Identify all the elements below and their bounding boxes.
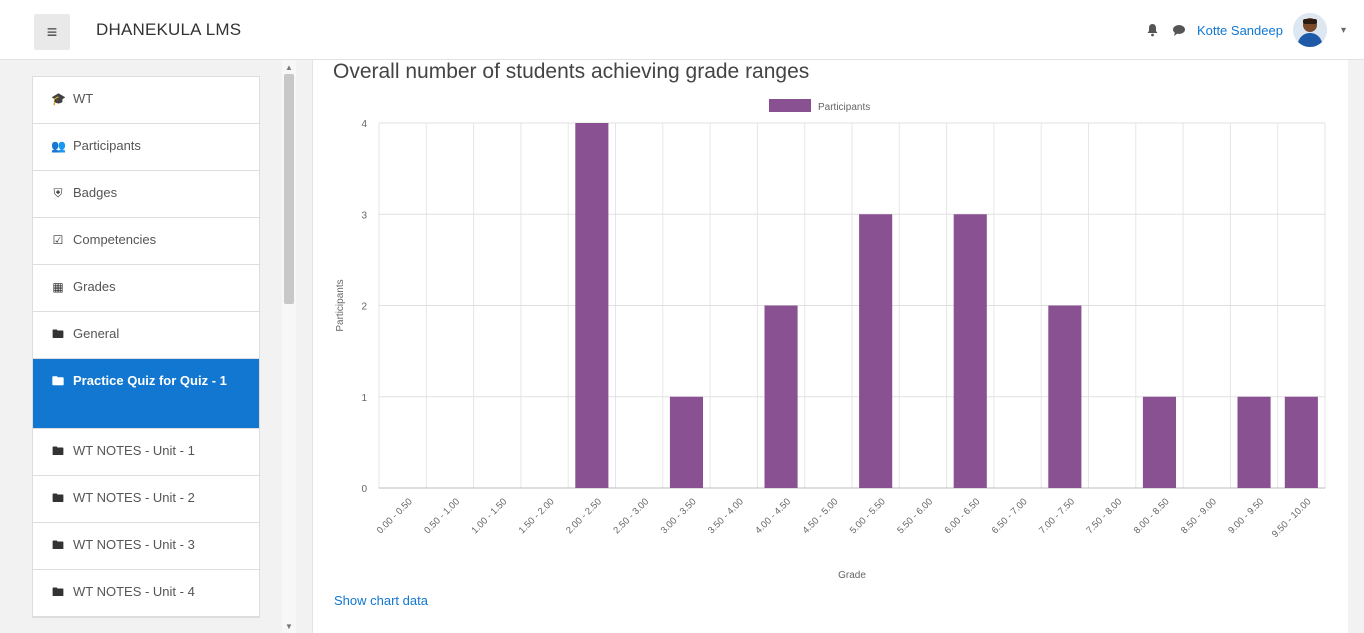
checkbox-icon: ☑ — [52, 233, 64, 247]
nav-item-6[interactable]: 🖿 Practice Quiz for Quiz - 1 — [33, 359, 259, 429]
nav-item-label: Practice Quiz for Quiz - 1 — [73, 373, 227, 388]
folder-icon: 🖿 — [51, 491, 64, 505]
bar — [1284, 396, 1318, 488]
x-tick-label: 7.00 - 7.50 — [1037, 496, 1077, 536]
nav-item-label: General — [73, 326, 120, 341]
nav-item-label: WT NOTES - Unit - 4 — [73, 584, 195, 599]
user-menu-area: Kotte Sandeep ▾ — [1145, 12, 1346, 48]
top-navbar: ≡ DHANEKULA LMS Kotte Sandeep ▾ — [0, 0, 1364, 60]
y-axis-title: Participants — [335, 279, 346, 331]
avatar[interactable] — [1292, 13, 1327, 47]
y-tick-label: 0 — [361, 484, 367, 495]
scroll-up-arrow-icon[interactable]: ▲ — [282, 60, 296, 74]
nav-item-1[interactable]: 👥 Participants — [33, 124, 259, 171]
x-tick-label: 9.00 - 9.50 — [1226, 496, 1266, 536]
x-tick-label: 6.00 - 6.50 — [942, 496, 982, 536]
nav-item-label: Participants — [73, 138, 141, 153]
folder-icon: 🖿 — [51, 444, 64, 458]
legend-swatch — [769, 99, 811, 112]
folder-icon: 🖿 — [51, 585, 64, 599]
user-name[interactable]: Kotte Sandeep — [1197, 23, 1283, 38]
drawer-scrollbar[interactable]: ▲ ▼ — [282, 60, 296, 633]
x-tick-label: 2.50 - 3.00 — [611, 496, 651, 536]
x-tick-label: 3.00 - 3.50 — [659, 496, 699, 536]
x-axis-title: Grade — [838, 570, 866, 581]
y-tick-label: 2 — [361, 302, 367, 313]
nav-item-label: WT NOTES - Unit - 2 — [73, 490, 195, 505]
x-tick-label: 4.00 - 4.50 — [753, 496, 793, 536]
folder-icon: 🖿 — [51, 374, 64, 388]
site-brand[interactable]: DHANEKULA LMS — [96, 20, 241, 40]
users-icon: 👥 — [51, 139, 66, 153]
x-tick-label: 1.50 - 2.00 — [517, 496, 557, 536]
caret-down-icon[interactable]: ▾ — [1341, 25, 1346, 36]
nav-item-label: WT NOTES - Unit - 1 — [73, 443, 195, 458]
x-tick-label: 5.00 - 5.50 — [848, 496, 888, 536]
nav-item-label: Competencies — [73, 232, 157, 247]
menu-icon[interactable]: ≡ — [34, 14, 70, 50]
bar — [1142, 396, 1177, 488]
nav-item-3[interactable]: ☑ Competencies — [33, 218, 259, 265]
x-tick-label: 4.50 - 5.00 — [801, 496, 841, 536]
x-tick-label: 8.00 - 8.50 — [1132, 496, 1172, 536]
bar — [1048, 305, 1082, 488]
x-tick-label: 7.50 - 8.00 — [1084, 496, 1124, 536]
nav-item-2[interactable]: ⛨ Badges — [33, 171, 259, 218]
bar — [859, 214, 893, 488]
course-nav-list: 🎓 WT 👥 Participants ⛨ Badges ☑ Competencies ▦ Gra… — [32, 76, 260, 618]
x-tick-label: 9.50 - 10.00 — [1270, 496, 1314, 540]
bar — [1237, 396, 1271, 488]
bar — [953, 214, 987, 488]
chat-icon[interactable] — [1171, 22, 1187, 38]
nav-item-10[interactable]: 🖿 WT NOTES - Unit - 4 — [33, 570, 259, 617]
graduation-cap-icon: 🎓 — [51, 92, 66, 106]
grade-distribution-chart: 0 1 2 3 4 0.00 - 0.50 0.50 - 1.00 1.00 - 1.50 1.… — [335, 99, 1326, 581]
nav-item-label: WT — [73, 91, 94, 106]
x-tick-label: 0.50 - 1.00 — [422, 496, 462, 536]
chart-title: Overall number of students achieving gra… — [333, 60, 810, 83]
main-content: Overall number of students achieving gra… — [312, 60, 1348, 633]
nav-item-0[interactable]: 🎓 WT — [33, 77, 259, 124]
y-tick-label: 4 — [361, 119, 367, 130]
bar — [669, 396, 704, 488]
x-tick-label: 5.50 - 6.00 — [895, 496, 935, 536]
x-tick-label: 0.00 - 0.50 — [375, 496, 415, 536]
shield-icon: ⛨ — [53, 186, 63, 200]
bar — [575, 123, 609, 488]
nav-item-label: Badges — [73, 185, 118, 200]
nav-item-4[interactable]: ▦ Grades — [33, 265, 259, 312]
x-tick-label: 8.50 - 9.00 — [1179, 496, 1219, 536]
y-tick-label: 3 — [361, 210, 367, 221]
nav-item-label: WT NOTES - Unit - 3 — [73, 537, 195, 552]
y-tick-label: 1 — [361, 393, 367, 404]
folder-icon: 🖿 — [51, 327, 64, 341]
legend-label: Participants — [818, 102, 870, 113]
nav-item-8[interactable]: 🖿 WT NOTES - Unit - 2 — [33, 476, 259, 523]
nav-item-9[interactable]: 🖿 WT NOTES - Unit - 3 — [33, 523, 259, 570]
nav-item-label: Grades — [73, 279, 116, 294]
bar — [764, 305, 798, 488]
x-tick-label: 1.00 - 1.50 — [469, 496, 509, 536]
x-tick-label: 6.50 - 7.00 — [990, 496, 1030, 536]
show-chart-data-link[interactable]: Show chart data — [334, 593, 428, 608]
nav-item-5[interactable]: 🖿 General — [33, 312, 259, 359]
x-tick-label: 3.50 - 4.00 — [706, 496, 746, 536]
folder-icon: 🖿 — [51, 538, 64, 552]
bell-icon[interactable] — [1145, 22, 1161, 38]
table-icon: ▦ — [52, 280, 64, 294]
scroll-thumb[interactable] — [284, 74, 294, 304]
x-tick-label: 2.00 - 2.50 — [564, 496, 604, 536]
nav-drawer: 🎓 WT 👥 Participants ⛨ Badges ☑ Competencies ▦ Gra… — [0, 60, 300, 633]
scroll-down-arrow-icon[interactable]: ▼ — [282, 619, 296, 633]
nav-item-7[interactable]: 🖿 WT NOTES - Unit - 1 — [33, 429, 259, 476]
